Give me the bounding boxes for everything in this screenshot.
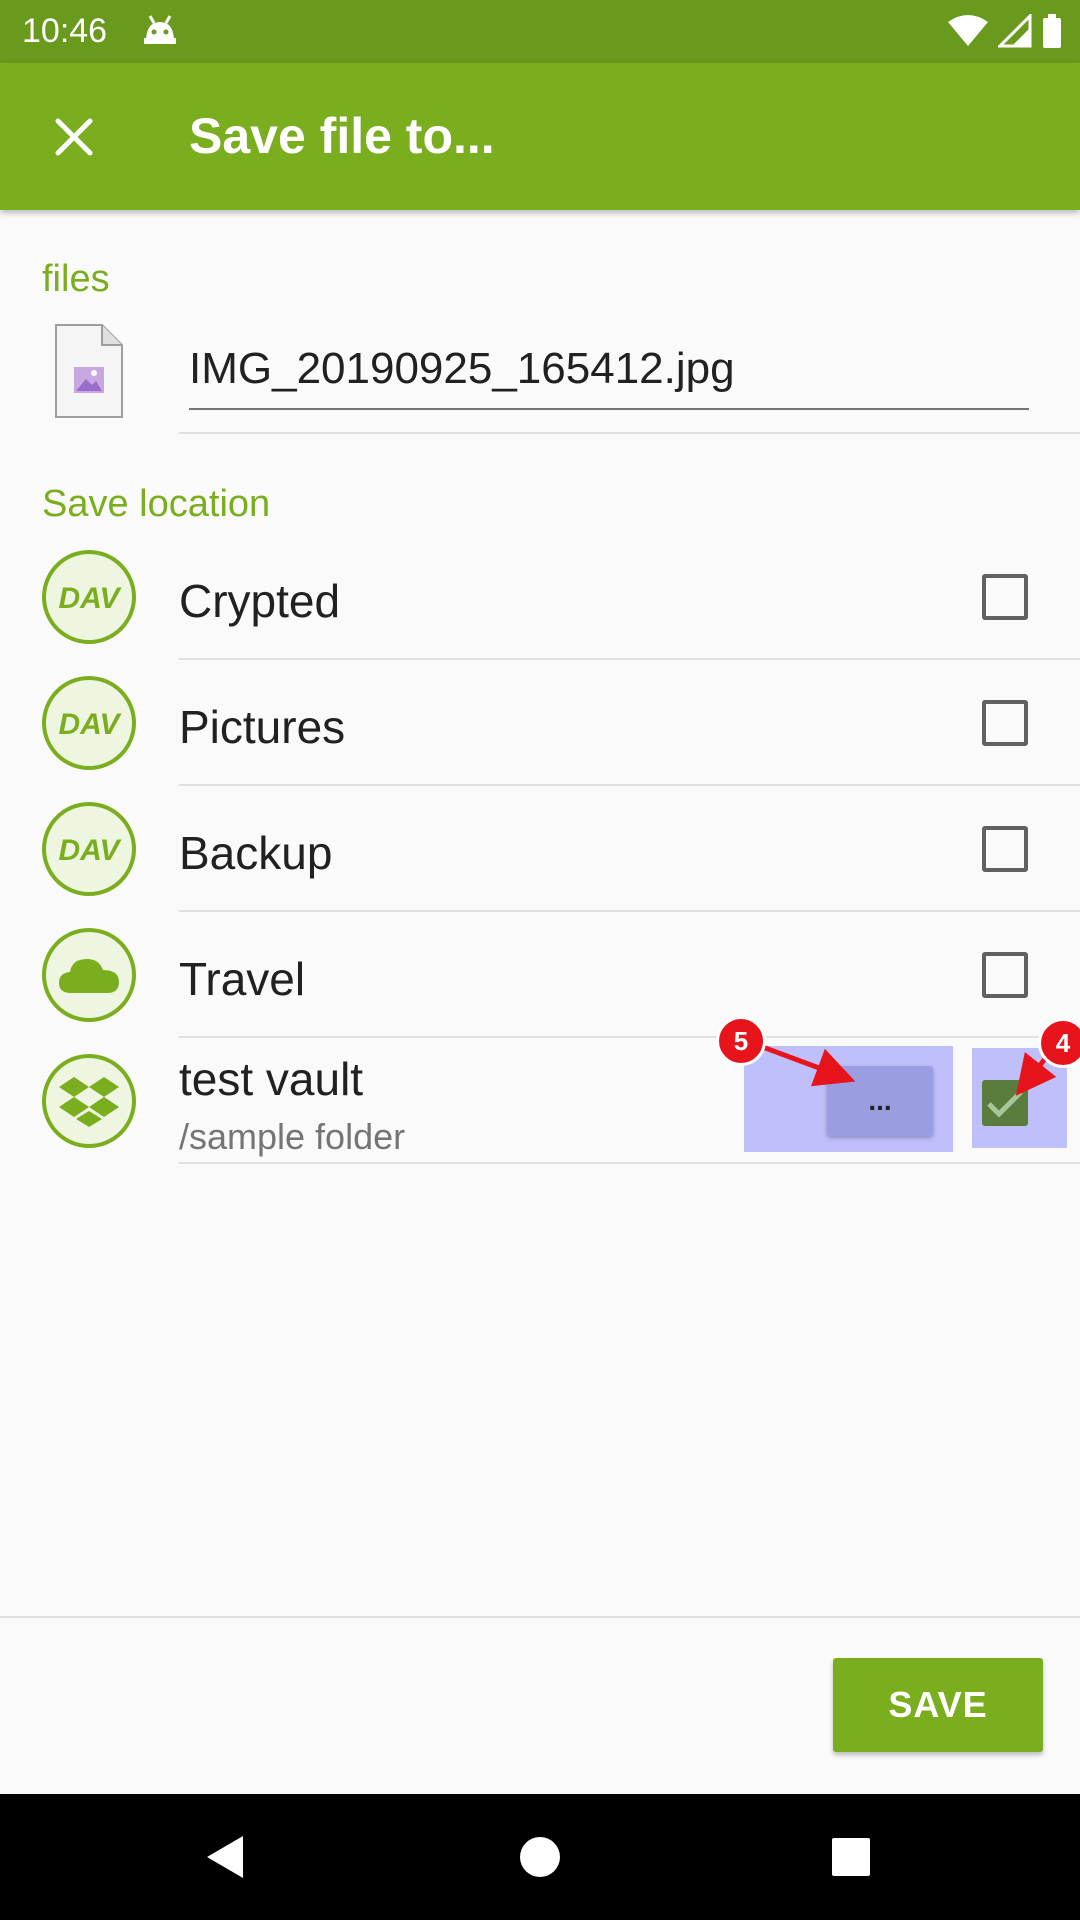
home-icon [520,1837,560,1877]
home-button[interactable] [507,1824,573,1890]
footer-divider [0,1616,1080,1618]
navigation-bar [0,1794,1080,1920]
recents-icon [832,1838,870,1876]
annotation-badge-5: 5 [716,1016,766,1066]
annotation-badge-4: 4 [1038,1018,1080,1068]
back-icon [207,1836,243,1878]
annotation-arrows [759,1043,1057,1096]
back-button[interactable] [193,1824,259,1890]
recents-button[interactable] [818,1824,884,1890]
save-button[interactable]: SAVE [833,1658,1043,1752]
